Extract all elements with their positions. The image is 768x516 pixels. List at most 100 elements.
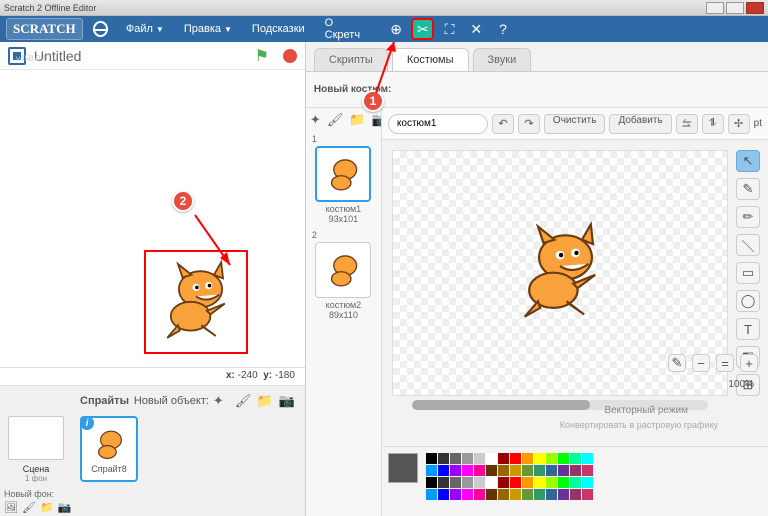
palette-swatch[interactable]	[426, 477, 437, 488]
eyedrop-icon[interactable]: ✎	[668, 354, 686, 372]
cat-sprite[interactable]	[151, 255, 241, 350]
palette-swatch[interactable]	[570, 477, 581, 488]
palette-swatch[interactable]	[570, 489, 581, 500]
costume-camera-icon[interactable]: 📷	[372, 112, 382, 128]
palette-swatch[interactable]	[450, 453, 461, 464]
bg-camera-icon[interactable]: 📷	[58, 501, 72, 515]
palette-swatch[interactable]	[438, 453, 449, 464]
palette-swatch[interactable]	[474, 477, 485, 488]
language-icon[interactable]	[93, 21, 108, 37]
palette-swatch[interactable]	[498, 465, 509, 476]
window-min-button[interactable]	[706, 2, 724, 14]
palette-swatch[interactable]	[534, 489, 545, 500]
palette-swatch[interactable]	[486, 477, 497, 488]
rect-tool-icon[interactable]: ▭	[736, 262, 760, 284]
help-icon[interactable]: ?	[494, 20, 513, 38]
ellipse-tool-icon[interactable]: ◯	[736, 290, 760, 312]
palette-swatch[interactable]	[474, 465, 485, 476]
palette-swatch[interactable]	[462, 489, 473, 500]
menu-about[interactable]: О Скретч	[317, 13, 377, 45]
tab-scripts[interactable]: Скрипты	[314, 48, 388, 71]
current-color-swatch[interactable]	[388, 453, 418, 483]
palette-swatch[interactable]	[462, 477, 473, 488]
canvas[interactable]: ↖ ✎ ✏ ＼ ▭ ◯ T ◧ ⊞ ✎ − = +	[382, 140, 768, 446]
palette-swatch[interactable]	[486, 453, 497, 464]
palette-swatch[interactable]	[486, 489, 497, 500]
palette-swatch[interactable]	[570, 465, 581, 476]
palette-swatch[interactable]	[558, 453, 569, 464]
palette-swatch[interactable]	[474, 453, 485, 464]
zoom-out-icon[interactable]: −	[692, 354, 710, 372]
stage[interactable]: 2	[0, 70, 305, 368]
menu-tips[interactable]: Подсказки	[244, 19, 313, 39]
menu-file[interactable]: Файл▼	[118, 19, 172, 39]
palette-swatch[interactable]	[534, 453, 545, 464]
palette-swatch[interactable]	[438, 477, 449, 488]
palette-swatch[interactable]	[426, 453, 437, 464]
sprite-info-icon[interactable]: i	[80, 416, 94, 430]
flip-v-icon[interactable]: ⥮	[702, 114, 724, 134]
clear-button[interactable]: Очистить	[544, 114, 606, 134]
palette-swatch[interactable]	[522, 489, 533, 500]
add-button[interactable]: Добавить	[609, 114, 671, 134]
palette-swatch[interactable]	[546, 465, 557, 476]
palette-swatch[interactable]	[462, 453, 473, 464]
palette-swatch[interactable]	[558, 489, 569, 500]
zoom-in-icon[interactable]: +	[740, 354, 758, 372]
palette-swatch[interactable]	[546, 453, 557, 464]
palette-swatch[interactable]	[582, 453, 593, 464]
tab-sounds[interactable]: Звуки	[473, 48, 532, 71]
sprite-camera-icon[interactable]: 📷	[279, 393, 297, 409]
stop-button[interactable]	[283, 49, 297, 63]
palette-swatch[interactable]	[534, 465, 545, 476]
palette-swatch[interactable]	[462, 465, 473, 476]
palette-swatch[interactable]	[426, 465, 437, 476]
pen-tool-icon[interactable]: ✏	[736, 206, 760, 228]
palette-swatch[interactable]	[558, 465, 569, 476]
palette-swatch[interactable]	[474, 489, 485, 500]
grow-icon[interactable]: ⛶	[440, 20, 459, 38]
palette-swatch[interactable]	[522, 465, 533, 476]
sprite-upload-icon[interactable]: 📁	[257, 393, 275, 409]
palette-swatch[interactable]	[558, 477, 569, 488]
palette-swatch[interactable]	[522, 477, 533, 488]
costume-thumb-1[interactable]: 1 костюм1 93x101	[310, 134, 377, 224]
redo-button[interactable]: ↷	[518, 114, 540, 134]
green-flag-button[interactable]: ⚑	[255, 46, 269, 66]
palette-swatch[interactable]	[498, 453, 509, 464]
costume-thumb-2[interactable]: 2 костюм2 89x110	[310, 230, 377, 320]
costume-upload-icon[interactable]: 📁	[349, 112, 365, 128]
undo-button[interactable]: ↶	[492, 114, 514, 134]
palette-swatch[interactable]	[450, 465, 461, 476]
palette-swatch[interactable]	[510, 477, 521, 488]
palette-swatch[interactable]	[426, 489, 437, 500]
palette-swatch[interactable]	[582, 477, 593, 488]
palette-swatch[interactable]	[450, 489, 461, 500]
stamp-icon[interactable]: ⊕	[387, 20, 406, 38]
palette-swatch[interactable]	[522, 453, 533, 464]
bg-library-icon[interactable]: 🖼	[4, 501, 18, 515]
window-close-button[interactable]	[746, 2, 764, 14]
vector-sub-label[interactable]: Конвертировать в растровую графику	[560, 420, 718, 430]
tab-costumes[interactable]: Костюмы	[392, 48, 469, 71]
reshape-tool-icon[interactable]: ✎	[736, 178, 760, 200]
palette-swatch[interactable]	[450, 477, 461, 488]
zoom-fit-icon[interactable]: =	[716, 354, 734, 372]
sprite-paint-icon[interactable]: 🖌	[235, 393, 253, 409]
palette-swatch[interactable]	[546, 489, 557, 500]
line-tool-icon[interactable]: ＼	[736, 234, 760, 256]
stage-thumb[interactable]: Сцена 1 фон Новый фон: 🖼 🖌 📁 📷	[0, 386, 72, 516]
sprite-library-icon[interactable]: ✦	[213, 393, 231, 409]
sprite-thumb-1[interactable]: i Спрайт8	[80, 416, 138, 482]
costume-library-icon[interactable]: ✦	[310, 112, 321, 128]
costume-name-input[interactable]	[388, 114, 488, 134]
window-max-button[interactable]	[726, 2, 744, 14]
palette-swatch[interactable]	[510, 453, 521, 464]
palette-swatch[interactable]	[498, 489, 509, 500]
palette-swatch[interactable]	[510, 465, 521, 476]
palette-swatch[interactable]	[546, 477, 557, 488]
palette-swatch[interactable]	[582, 489, 593, 500]
palette-swatch[interactable]	[510, 489, 521, 500]
costume-paint-icon[interactable]: 🖌	[327, 112, 344, 128]
palette-swatch[interactable]	[534, 477, 545, 488]
